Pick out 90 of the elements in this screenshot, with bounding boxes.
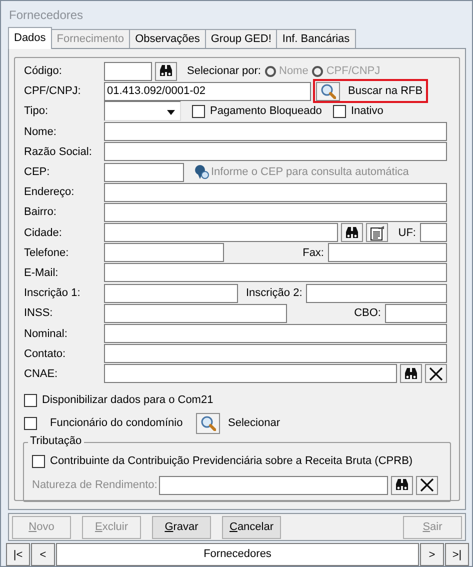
field-label: Bairro: — [24, 206, 58, 218]
input-field[interactable] — [104, 364, 397, 384]
input-field[interactable] — [104, 223, 338, 242]
field-label: Contato: — [24, 348, 67, 360]
tab[interactable]: Observações — [129, 29, 206, 48]
input-field[interactable] — [104, 324, 447, 344]
close-icon — [428, 366, 444, 382]
binoculars-icon — [394, 477, 410, 493]
checkbox[interactable] — [32, 454, 45, 468]
checkbox[interactable] — [24, 416, 37, 430]
input-field[interactable] — [104, 162, 184, 182]
checkbox[interactable] — [24, 394, 37, 406]
input-field[interactable] — [104, 243, 224, 262]
input-field[interactable] — [104, 122, 447, 142]
input-field[interactable] — [104, 263, 447, 282]
button-label: Buscar na RFB — [348, 85, 423, 98]
input-field[interactable] — [104, 202, 447, 222]
window-title: Fornecedores — [8, 7, 84, 24]
notepad-icon — [369, 224, 386, 241]
field-label: INSS: — [24, 307, 54, 320]
tab[interactable]: Dados — [8, 27, 52, 49]
hint-text: Informe o CEP para consulta automática — [211, 166, 409, 178]
tab[interactable]: Inf. Bancárias — [276, 29, 356, 48]
field-label: Nominal: — [24, 328, 68, 340]
clear-button[interactable] — [425, 364, 447, 384]
checkbox[interactable] — [192, 104, 205, 118]
close-icon — [419, 477, 435, 493]
field-label: Natureza de Rendimento: — [32, 479, 158, 491]
checkbox-label: Contribuinte da Contribuição Previdenciária sobre a Receita Bruta (CPRB) — [50, 455, 413, 467]
input-field[interactable] — [104, 344, 447, 364]
search-button[interactable] — [316, 82, 340, 101]
field-label: Código: — [24, 65, 63, 78]
field-label: Fax: — [302, 246, 325, 259]
search-icon — [320, 83, 336, 100]
navigator-title: Fornecedores — [56, 543, 419, 566]
binoculars-button[interactable] — [391, 476, 413, 494]
field-label: UF: — [397, 226, 417, 239]
field-label: CNAE: — [24, 368, 59, 380]
input-field[interactable] — [420, 223, 447, 242]
field-label: Razão Social: — [24, 146, 93, 158]
notepad-button[interactable] — [366, 223, 388, 242]
field-label: CEP: — [24, 166, 51, 178]
button-label: Selecionar — [228, 417, 280, 429]
action-button[interactable]: Gravar — [152, 516, 211, 539]
input-field[interactable] — [104, 304, 287, 323]
next-button[interactable]: > — [420, 543, 444, 566]
previous-button[interactable]: < — [31, 543, 55, 566]
checkbox-label: Pagamento Bloqueado — [210, 105, 322, 118]
binoculars-button[interactable] — [400, 364, 422, 384]
clear-button[interactable] — [416, 476, 438, 494]
last-button[interactable]: >| — [445, 543, 469, 566]
field-label: Tipo: — [24, 105, 50, 118]
field-label: E-Mail: — [24, 266, 60, 279]
binoculars-button[interactable] — [155, 62, 177, 81]
binoculars-icon — [344, 224, 360, 241]
field-label: Inscrição 1: — [24, 287, 82, 300]
dropdown-arrow-icon — [167, 110, 175, 116]
input-field[interactable] — [104, 284, 238, 303]
search-icon — [200, 415, 216, 431]
checkbox-label: Disponibilizar dados para o Com21 — [42, 394, 214, 406]
input-field[interactable] — [328, 243, 447, 262]
input-field[interactable] — [104, 142, 447, 162]
checkbox[interactable] — [332, 104, 346, 118]
field-label: Nome: — [24, 126, 58, 138]
action-button[interactable]: Cancelar — [222, 516, 281, 539]
group-title: Tributação — [28, 435, 84, 447]
input-field[interactable] — [385, 304, 447, 323]
dropdown[interactable] — [104, 101, 181, 122]
binoculars-button[interactable] — [341, 223, 364, 242]
tab[interactable]: Group GED! — [204, 29, 278, 48]
field-label: Cidade: — [24, 226, 63, 239]
field-label: Telefone: — [24, 246, 70, 259]
checkbox-label: Funcionário do condomínio — [50, 417, 183, 429]
input-field[interactable] — [159, 476, 388, 494]
radio-label: CPF/CNPJ — [326, 65, 380, 78]
checkbox-label: Inativo — [350, 105, 384, 118]
input-field[interactable] — [104, 182, 447, 202]
field-label: CPF/CNPJ: — [24, 85, 82, 98]
first-button[interactable]: |< — [6, 543, 30, 566]
input-field[interactable]: 01.413.092/0001-02 — [104, 82, 311, 101]
input-field[interactable] — [104, 62, 152, 81]
search-button[interactable] — [196, 412, 220, 434]
input-field[interactable] — [306, 284, 447, 303]
field-label: Endereço: — [24, 186, 76, 198]
field-label: Selecionar por: — [187, 65, 261, 78]
location-search-icon — [194, 164, 210, 180]
field-label: CBO: — [353, 307, 382, 320]
field-label: Inscrição 2: — [245, 287, 304, 300]
binoculars-icon — [403, 366, 419, 382]
radio-label: Nome — [279, 65, 308, 78]
